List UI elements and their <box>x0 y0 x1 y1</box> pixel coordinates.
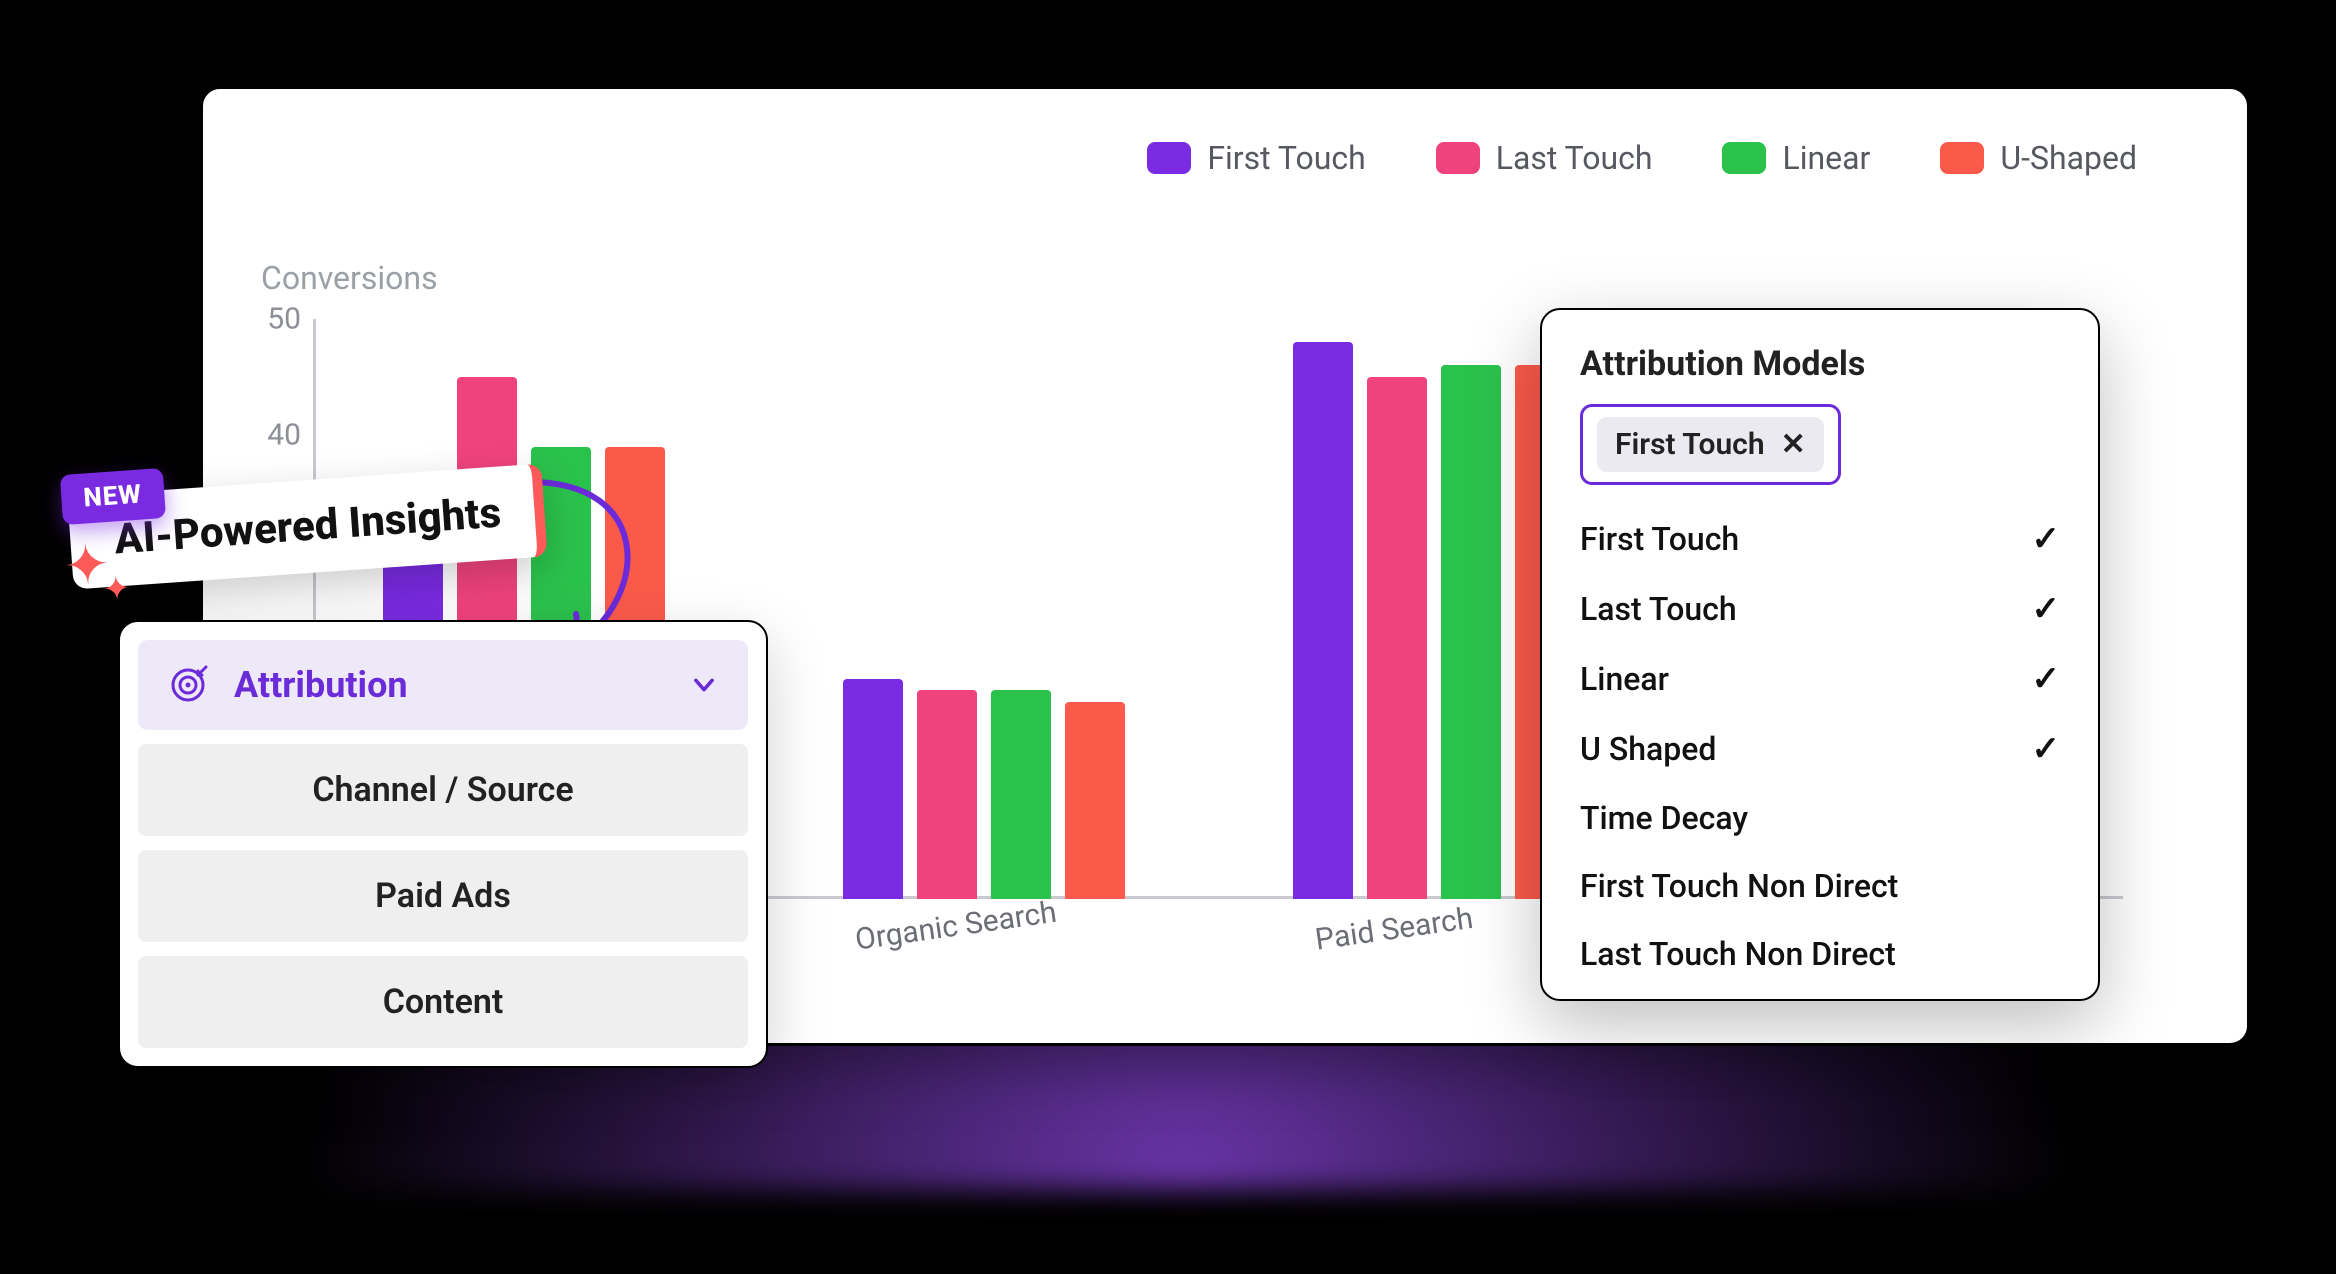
legend-item-first-touch: First Touch <box>1147 139 1365 177</box>
bar <box>843 679 903 899</box>
attribution-menu-title: Attribution <box>234 664 408 706</box>
attribution-model-option[interactable]: Last Touch Non Direct <box>1580 935 2060 973</box>
attribution-model-option-label: Linear <box>1580 660 1669 698</box>
attribution-model-option-label: U Shaped <box>1580 730 1716 768</box>
check-icon: ✓ <box>2032 659 2061 699</box>
x-tick-label: Paid Search <box>1313 901 1475 958</box>
attribution-model-option[interactable]: First Touch ✓ <box>1580 519 2060 559</box>
bar <box>1065 702 1125 899</box>
check-icon: ✓ <box>2032 589 2061 629</box>
attribution-models-select[interactable]: First Touch ✕ <box>1580 404 1841 485</box>
close-icon[interactable]: ✕ <box>1781 427 1806 462</box>
selected-model-chip-label: First Touch <box>1615 427 1765 462</box>
legend-label: U-Shaped <box>2000 139 2137 177</box>
bar <box>991 690 1051 899</box>
legend-swatch <box>1147 142 1191 174</box>
legend-item-linear: Linear <box>1722 139 1870 177</box>
attribution-model-option[interactable]: U Shaped ✓ <box>1580 729 2060 769</box>
bar <box>1367 377 1427 899</box>
check-icon: ✓ <box>2032 729 2061 769</box>
attribution-model-option[interactable]: Linear ✓ <box>1580 659 2060 699</box>
legend-swatch <box>1940 142 1984 174</box>
chevron-down-icon <box>690 671 718 699</box>
x-tick-label: Organic Search <box>853 895 1059 958</box>
attribution-menu: Attribution Channel / Source Paid Ads Co… <box>118 620 768 1068</box>
attribution-model-option[interactable]: Last Touch ✓ <box>1580 589 2060 629</box>
attribution-model-option-label: First Touch Non Direct <box>1580 867 1898 905</box>
selected-model-chip[interactable]: First Touch ✕ <box>1597 417 1824 472</box>
legend: First Touch Last Touch Linear U-Shaped <box>1147 139 2137 177</box>
legend-item-last-touch: Last Touch <box>1436 139 1653 177</box>
attribution-model-option[interactable]: Time Decay <box>1580 799 2060 837</box>
attribution-model-option-label: Last Touch Non Direct <box>1580 935 1896 973</box>
new-badge: NEW <box>60 468 166 525</box>
legend-label: First Touch <box>1207 139 1365 177</box>
attribution-item-paid-ads[interactable]: Paid Ads <box>138 850 748 942</box>
attribution-model-option-label: Time Decay <box>1580 799 1748 837</box>
bar <box>1293 342 1353 899</box>
attribution-menu-header[interactable]: Attribution <box>138 640 748 730</box>
legend-swatch <box>1436 142 1480 174</box>
y-tick-label: 40 <box>245 418 301 453</box>
attribution-item-channel-source[interactable]: Channel / Source <box>138 744 748 836</box>
legend-label: Last Touch <box>1496 139 1653 177</box>
bar <box>917 690 977 899</box>
attribution-models-title: Attribution Models <box>1580 344 2060 384</box>
bar-group <box>843 319 1125 899</box>
attribution-model-option-label: First Touch <box>1580 520 1739 558</box>
check-icon: ✓ <box>2032 519 2061 559</box>
attribution-models-popover: Attribution Models First Touch ✕ First T… <box>1540 308 2100 1001</box>
attribution-model-option-label: Last Touch <box>1580 590 1737 628</box>
legend-item-u-shaped: U-Shaped <box>1940 139 2137 177</box>
legend-label: Linear <box>1782 139 1870 177</box>
bar-group <box>1293 319 1575 899</box>
attribution-item-content[interactable]: Content <box>138 956 748 1048</box>
attribution-model-option[interactable]: First Touch Non Direct <box>1580 867 2060 905</box>
bar <box>1441 365 1501 899</box>
legend-swatch <box>1722 142 1766 174</box>
target-icon <box>168 665 208 705</box>
y-tick-label: 50 <box>245 302 301 337</box>
y-axis-title: Conversions <box>261 259 438 297</box>
sparkle-icon: ✦✦ <box>62 536 138 595</box>
